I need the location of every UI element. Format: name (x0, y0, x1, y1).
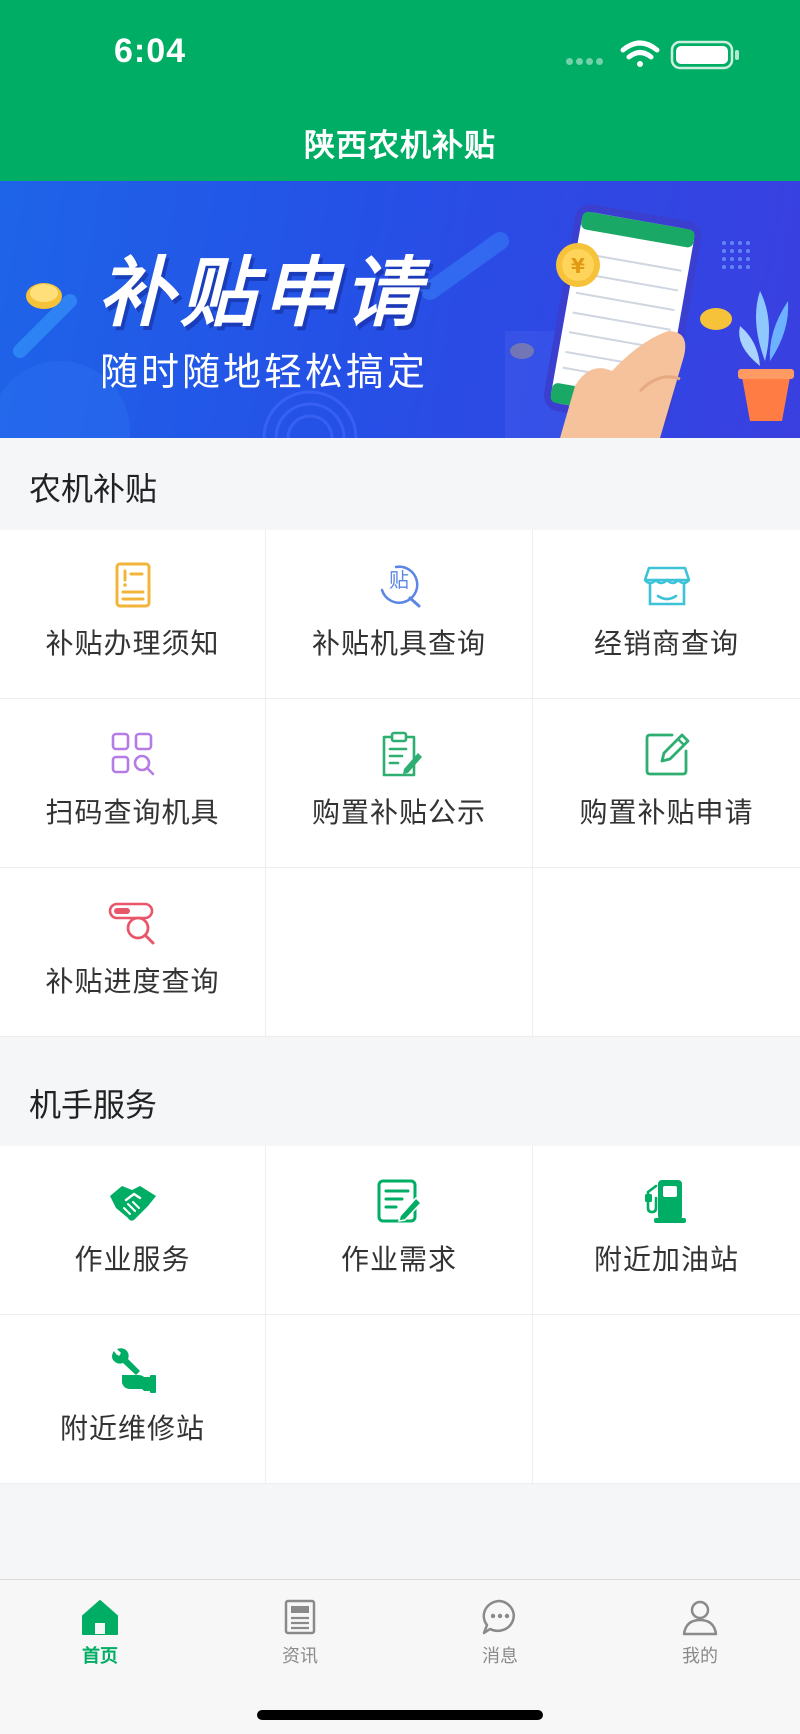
section-title-operator-service: 机手服务 (29, 1086, 158, 1124)
banner-title: 补贴申请 (98, 248, 426, 337)
operator-service-grid: 作业服务 作业需求 附近加油站 附近维修站 (0, 1146, 800, 1484)
tab-label: 我的 (682, 1646, 718, 1667)
grid-item-label: 补贴机具查询 (311, 627, 486, 660)
grid-empty-cell (266, 868, 533, 1037)
section-title-subsidy: 农机补贴 (29, 470, 158, 508)
grid-item-subsidy-machine-search[interactable]: 贴 补贴机具查询 (266, 530, 533, 699)
tab-profile[interactable]: 我的 (600, 1580, 800, 1690)
grid-item-label: 附近加油站 (593, 1243, 739, 1276)
grid-item-dealer-search[interactable]: 经销商查询 (533, 530, 800, 699)
wifi-icon (620, 40, 660, 67)
subsidy-search-icon: 贴 (380, 565, 421, 608)
tab-news[interactable]: 资讯 (200, 1580, 400, 1690)
grid-empty-cell (533, 1315, 800, 1484)
clipboard-edit-icon (382, 731, 422, 777)
grid-item-label: 扫码查询机具 (45, 796, 220, 829)
progress-search-icon (108, 902, 154, 945)
home-indicator (257, 1710, 543, 1720)
grid-item-label: 作业服务 (74, 1243, 191, 1276)
grid-item-subsidy-notice[interactable]: 补贴办理须知 (0, 530, 266, 699)
banner-subtitle: 随时随地轻松搞定 (100, 350, 429, 394)
grid-item-label: 补贴进度查询 (45, 965, 220, 998)
plant-illustration (738, 291, 794, 421)
grid-item-subsidy-publicity[interactable]: 购置补贴公示 (266, 699, 533, 868)
tab-label: 消息 (482, 1646, 518, 1667)
grid-item-work-demand[interactable]: 作业需求 (266, 1146, 533, 1315)
notice-document-icon (115, 562, 150, 608)
home-icon (82, 1600, 118, 1635)
tab-label: 资讯 (282, 1646, 318, 1667)
status-time: 6:04 (114, 32, 187, 70)
gas-station-icon (644, 1180, 686, 1223)
tab-label: 首页 (82, 1646, 118, 1667)
profile-icon (682, 1600, 718, 1636)
grid-item-label: 附近维修站 (59, 1412, 205, 1445)
grid-item-nearby-gas-station[interactable]: 附近加油站 (533, 1146, 800, 1315)
page-title: 陕西农机补贴 (304, 128, 496, 164)
grid-item-work-service[interactable]: 作业服务 (0, 1146, 266, 1315)
grid-item-scan-search[interactable]: 扫码查询机具 (0, 699, 266, 868)
grid-empty-cell (533, 868, 800, 1037)
grid-empty-cell (266, 1315, 533, 1484)
document-edit-icon (377, 1179, 423, 1223)
handshake-icon (109, 1186, 156, 1221)
message-icon (482, 1599, 515, 1635)
signal-icon (566, 58, 603, 65)
status-icons (566, 40, 739, 70)
subsidy-grid: 补贴办理须知 贴 补贴机具查询 经销商查询 扫码查询机具 购置补贴公示 购置补贴… (0, 530, 800, 1037)
grid-item-label: 购置补贴公示 (311, 796, 486, 829)
svg-text:贴: 贴 (389, 568, 409, 592)
edit-square-icon (645, 733, 689, 776)
scan-grid-search-icon (111, 732, 154, 776)
grid-item-nearby-repair-station[interactable]: 附近维修站 (0, 1315, 266, 1484)
app-header: 6:04 陕西农机补贴 (0, 0, 800, 181)
grid-item-label: 补贴办理须知 (45, 627, 220, 660)
grid-item-label: 购置补贴申请 (579, 796, 754, 829)
battery-icon (670, 40, 739, 70)
grid-item-subsidy-application[interactable]: 购置补贴申请 (533, 699, 800, 868)
store-icon (643, 566, 690, 606)
svg-text:¥: ¥ (571, 254, 585, 278)
grid-item-label: 作业需求 (340, 1243, 457, 1276)
news-icon (284, 1599, 316, 1635)
tab-messages[interactable]: 消息 (400, 1580, 600, 1690)
subsidy-banner[interactable]: ¥ 补贴申请 随时随地轻松搞定 (0, 181, 800, 438)
grid-item-label: 经销商查询 (593, 627, 739, 660)
tab-home[interactable]: 首页 (0, 1580, 200, 1690)
wrench-hand-icon (111, 1348, 156, 1393)
grid-item-progress-search[interactable]: 补贴进度查询 (0, 868, 266, 1037)
